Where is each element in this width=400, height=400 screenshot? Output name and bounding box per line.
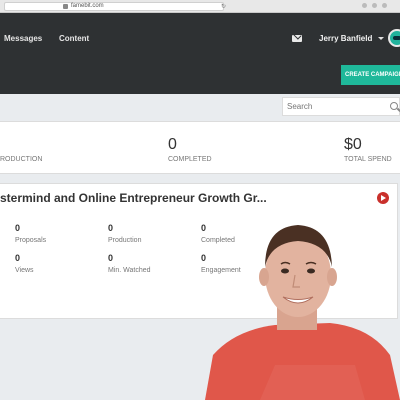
metric-value: 0 [108,223,114,233]
metric-label: Production [108,237,142,244]
browser-toolbar: famebit.com ↻ [0,0,400,13]
nav-content[interactable]: Content [59,34,89,43]
youtube-icon [377,192,389,204]
stat-value: 0 [168,136,177,153]
mail-icon[interactable] [292,35,302,42]
metric-value: 0 [108,253,114,263]
metric-label: Min. Watched [108,267,151,274]
user-name[interactable]: Jerry Banfield [319,34,372,43]
extension-icon[interactable] [382,3,387,8]
stat-label: TOTAL SPEND [344,156,392,163]
lock-icon [63,4,68,9]
stat-value: $0 [344,136,362,153]
create-campaign-button[interactable]: CREATE CAMPAIGN [341,65,400,85]
search-box [282,97,400,116]
url-bar[interactable]: famebit.com ↻ [4,2,226,11]
metric-value: 0 [15,253,21,263]
chevron-down-icon[interactable] [378,37,384,40]
extension-icon[interactable] [362,3,367,8]
url-text: famebit.com [71,3,104,9]
avatar[interactable] [388,29,400,47]
campaign-title[interactable]: stermind and Online Entrepreneur Growth … [0,191,267,205]
search-input[interactable] [283,98,383,115]
app-header: Messages Content Jerry Banfield CREATE C… [0,13,400,94]
stats-panel: RODUCTION 0 COMPLETED $0 TOTAL SPEND [0,121,400,174]
stat-label: RODUCTION [0,156,43,163]
stat-label: COMPLETED [168,156,212,163]
webcam-overlay [205,225,400,400]
search-icon[interactable] [390,102,398,110]
reload-icon[interactable]: ↻ [221,4,226,10]
nav-messages[interactable]: Messages [4,34,42,43]
metric-value: 0 [15,223,21,233]
metric-label: Views [15,267,34,274]
metric-label: Proposals [15,237,47,244]
extension-icon[interactable] [372,3,377,8]
